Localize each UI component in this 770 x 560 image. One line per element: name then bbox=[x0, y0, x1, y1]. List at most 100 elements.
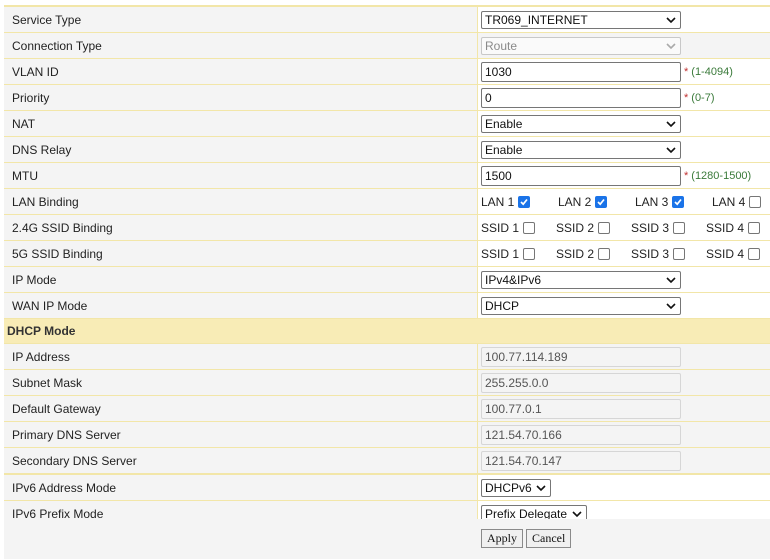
secondary-dns-field: 121.54.70.147 bbox=[481, 450, 681, 471]
ipv6-address-mode-select[interactable]: DHCPv6 bbox=[481, 478, 551, 497]
binding-checkbox-item[interactable]: SSID 1 bbox=[481, 220, 536, 235]
mtu-input[interactable]: 1500 bbox=[481, 165, 681, 186]
checkbox-label: SSID 3 bbox=[631, 246, 670, 261]
vlan-id-label: VLAN ID bbox=[4, 59, 478, 84]
ip-mode-select[interactable]: IPv4&IPv6 bbox=[481, 270, 681, 289]
wan-ip-mode-value: DHCP bbox=[485, 298, 520, 313]
checkbox-unchecked[interactable] bbox=[523, 221, 536, 234]
dhcp-section-header: DHCP Mode bbox=[4, 319, 770, 344]
chevron-down-icon bbox=[666, 275, 676, 285]
nat-select[interactable]: Enable bbox=[481, 114, 681, 133]
binding-checkbox-item[interactable]: LAN 4 bbox=[712, 194, 762, 209]
secondary-dns-label: Secondary DNS Server bbox=[4, 448, 478, 473]
checkbox-unchecked[interactable] bbox=[673, 221, 686, 234]
wan-ip-mode-select[interactable]: DHCP bbox=[481, 296, 681, 315]
required-marker: * bbox=[684, 91, 689, 104]
apply-button[interactable]: Apply bbox=[481, 529, 523, 548]
vlan-id-input[interactable]: 1030 bbox=[481, 61, 681, 82]
service-type-select[interactable]: TR069_INTERNET bbox=[481, 10, 681, 29]
ssid24-binding-group: SSID 1 SSID 2 SSID 3 SSID 4 bbox=[478, 215, 770, 240]
checkbox-unchecked[interactable] bbox=[749, 195, 762, 208]
binding-checkbox-item[interactable]: SSID 3 bbox=[631, 246, 686, 261]
ipv6-address-mode-value: DHCPv6 bbox=[485, 480, 532, 495]
checkbox-checked[interactable] bbox=[672, 195, 685, 208]
binding-checkbox-item[interactable]: SSID 2 bbox=[556, 220, 611, 235]
ip-mode-label: IP Mode bbox=[4, 267, 478, 292]
mtu-row: MTU 1500 * (1280-1500) bbox=[4, 163, 770, 189]
service-type-row: Service Type TR069_INTERNET bbox=[4, 7, 770, 33]
subnet-mask-field: 255.255.0.0 bbox=[481, 372, 681, 393]
vlan-id-row: VLAN ID 1030 * (1-4094) bbox=[4, 59, 770, 85]
binding-checkbox-item[interactable]: LAN 3 bbox=[635, 194, 685, 209]
dns-relay-select[interactable]: Enable bbox=[481, 140, 681, 159]
chevron-down-icon bbox=[666, 41, 676, 51]
subnet-mask-label: Subnet Mask bbox=[4, 370, 478, 395]
ssid24-binding-row: 2.4G SSID Binding SSID 1 SSID 2 SSID 3 SSID… bbox=[4, 215, 770, 241]
lan-binding-row: LAN Binding LAN 1 LAN 2 LAN 3 LAN 4 bbox=[4, 189, 770, 215]
checkbox-unchecked[interactable] bbox=[748, 247, 761, 260]
checkbox-label: SSID 4 bbox=[706, 246, 745, 261]
checkbox-checked[interactable] bbox=[518, 195, 531, 208]
binding-checkbox-item[interactable]: SSID 2 bbox=[556, 247, 611, 261]
dns-relay-label: DNS Relay bbox=[4, 137, 478, 162]
checkbox-label: SSID 3 bbox=[631, 220, 670, 235]
cancel-button[interactable]: Cancel bbox=[526, 529, 572, 548]
service-type-label: Service Type bbox=[4, 7, 478, 32]
button-bar: Apply Cancel bbox=[4, 519, 770, 559]
checkbox-unchecked[interactable] bbox=[598, 221, 611, 234]
priority-hint: * (0-7) bbox=[684, 92, 715, 104]
wan-ip-mode-label: WAN IP Mode bbox=[4, 293, 478, 318]
connection-type-label: Connection Type bbox=[4, 33, 478, 58]
dns-relay-row: DNS Relay Enable bbox=[4, 137, 770, 163]
priority-range: (0-7) bbox=[691, 91, 715, 104]
nat-label: NAT bbox=[4, 111, 478, 136]
mtu-label: MTU bbox=[4, 163, 478, 188]
checkbox-checked[interactable] bbox=[595, 195, 608, 208]
binding-checkbox-item[interactable]: SSID 4 bbox=[706, 246, 761, 261]
vlan-id-range: (1-4094) bbox=[691, 65, 733, 78]
checkbox-label: SSID 2 bbox=[556, 220, 595, 235]
wan-settings-form: Service Type TR069_INTERNET Connection T… bbox=[4, 5, 770, 527]
ipv6-address-mode-row: IPv6 Address Mode DHCPv6 bbox=[4, 474, 770, 501]
checkbox-unchecked[interactable] bbox=[598, 247, 611, 260]
checkbox-unchecked[interactable] bbox=[523, 247, 536, 260]
vlan-id-hint: * (1-4094) bbox=[684, 66, 733, 78]
binding-checkbox-item[interactable]: SSID 3 bbox=[631, 220, 686, 235]
connection-type-row: Connection Type Route bbox=[4, 33, 770, 59]
mtu-range: (1280-1500) bbox=[691, 169, 752, 182]
wan-ip-mode-row: WAN IP Mode DHCP bbox=[4, 293, 770, 319]
primary-dns-field: 121.54.70.166 bbox=[481, 424, 681, 445]
primary-dns-label: Primary DNS Server bbox=[4, 422, 478, 447]
checkbox-label: SSID 1 bbox=[481, 220, 520, 235]
required-marker: * bbox=[684, 169, 689, 182]
default-gateway-field: 100.77.0.1 bbox=[481, 398, 681, 419]
chevron-down-icon bbox=[572, 509, 582, 519]
mtu-hint: * (1280-1500) bbox=[684, 170, 751, 182]
nat-row: NAT Enable bbox=[4, 111, 770, 137]
chevron-down-icon bbox=[666, 145, 676, 155]
checkbox-label: LAN 1 bbox=[481, 194, 515, 209]
binding-checkbox-item[interactable]: SSID 4 bbox=[706, 220, 761, 235]
ip-mode-row: IP Mode IPv4&IPv6 bbox=[4, 267, 770, 293]
checkbox-label: SSID 4 bbox=[706, 220, 745, 235]
priority-input[interactable]: 0 bbox=[481, 87, 681, 108]
priority-label: Priority bbox=[4, 85, 478, 110]
ssid24-binding-label: 2.4G SSID Binding bbox=[4, 215, 478, 240]
checkbox-label: LAN 3 bbox=[635, 194, 669, 209]
default-gateway-row: Default Gateway 100.77.0.1 bbox=[4, 396, 770, 422]
binding-checkbox-item[interactable]: LAN 1 bbox=[481, 194, 531, 209]
binding-checkbox-item[interactable]: LAN 2 bbox=[558, 194, 608, 209]
checkbox-label: LAN 4 bbox=[712, 194, 746, 209]
checkbox-unchecked[interactable] bbox=[673, 247, 686, 260]
ip-address-label: IP Address bbox=[4, 344, 478, 369]
checkbox-label: LAN 2 bbox=[558, 194, 592, 209]
chevron-down-icon bbox=[666, 301, 676, 311]
ipv6-address-mode-label: IPv6 Address Mode bbox=[4, 475, 478, 500]
chevron-down-icon bbox=[536, 483, 546, 493]
ip-address-row: IP Address 100.77.114.189 bbox=[4, 344, 770, 370]
connection-type-value: Route bbox=[485, 38, 518, 53]
checkbox-unchecked[interactable] bbox=[748, 221, 761, 234]
chevron-down-icon bbox=[666, 15, 676, 25]
binding-checkbox-item[interactable]: SSID 1 bbox=[481, 247, 536, 261]
dns-relay-value: Enable bbox=[485, 142, 523, 157]
